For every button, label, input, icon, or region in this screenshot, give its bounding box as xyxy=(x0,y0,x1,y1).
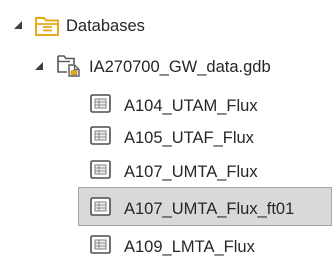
catalog-tree: Databases IA270700_GW_data.gdb A104_UTAM… xyxy=(0,0,332,256)
tree-item-databases[interactable]: Databases xyxy=(0,5,332,45)
tree-item-table[interactable]: A109_LMTA_Flux xyxy=(0,225,332,265)
table-icon xyxy=(90,160,111,179)
tree-item-label: Databases xyxy=(66,17,145,35)
tree-item-label: A107_UMTA_Flux xyxy=(124,163,258,181)
table-icon xyxy=(90,235,111,254)
tree-item-label: A105_UTAF_Flux xyxy=(124,129,254,147)
expanded-triangle-icon[interactable] xyxy=(34,61,44,71)
database-folder-icon xyxy=(35,17,59,36)
table-icon xyxy=(90,197,111,216)
tree-item-table-selected[interactable]: A107_UMTA_Flux_ft01 xyxy=(78,187,332,226)
tree-item-label: A104_UTAM_Flux xyxy=(124,97,258,115)
tree-item-label: A109_LMTA_Flux xyxy=(124,238,255,256)
tree-item-table[interactable]: A107_UMTA_Flux xyxy=(0,150,332,190)
table-icon xyxy=(90,94,111,113)
tree-item-label: IA270700_GW_data.gdb xyxy=(89,58,271,76)
file-geodatabase-icon xyxy=(57,55,80,77)
table-icon xyxy=(90,126,111,145)
tree-item-geodatabase[interactable]: IA270700_GW_data.gdb xyxy=(0,45,332,85)
tree-item-label: A107_UMTA_Flux_ft01 xyxy=(124,200,295,218)
expanded-triangle-icon[interactable] xyxy=(13,20,23,30)
